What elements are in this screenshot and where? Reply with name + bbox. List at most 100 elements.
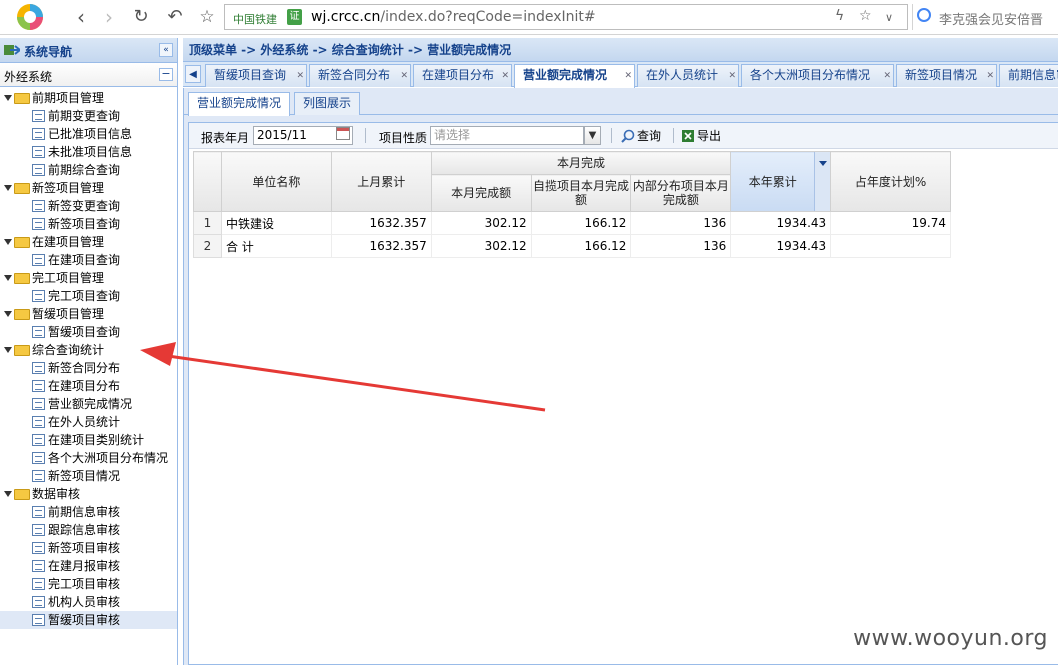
query-button[interactable]: 查询 <box>621 127 661 145</box>
tab-item[interactable]: 新签项目情况 ✕ <box>896 64 997 87</box>
toolbar-separator <box>611 128 612 143</box>
tree-item-label: 在建项目类别统计 <box>48 433 145 447</box>
column-menu-icon[interactable] <box>814 152 831 211</box>
tree-item[interactable]: 新签变更查询 <box>0 197 177 215</box>
tree-item[interactable]: 新签项目审核 <box>0 539 177 557</box>
close-tab-icon[interactable]: ✕ <box>728 66 736 87</box>
sidebar: 系统导航 « 外经系统 − 前期项目管理 前期变更查询 已批准项目信息 未批准项目信息… <box>0 38 178 665</box>
tree-folder[interactable]: 前期项目管理 <box>0 89 177 107</box>
tree-item[interactable]: 已批准项目信息 <box>0 125 177 143</box>
cert-badge-icon[interactable]: 证 <box>287 9 302 25</box>
tab-item[interactable]: 前期信息审 <box>999 64 1058 87</box>
page-icon <box>32 200 45 212</box>
report-content: 报表年月 2015/11 项目性质 请选择 ▼ 查询 导出 单位名称 上月累计 … <box>188 122 1058 665</box>
subtab-bar: 营业额完成情况 列图展示 <box>184 88 1058 116</box>
tree-item[interactable]: 在建项目类别统计 <box>0 431 177 449</box>
export-button[interactable]: 导出 <box>681 127 721 145</box>
bookmark-star-icon[interactable]: ☆ <box>196 6 218 28</box>
tree-item[interactable]: 新签项目查询 <box>0 215 177 233</box>
page-icon <box>32 128 45 140</box>
tree-item[interactable]: 在建项目查询 <box>0 251 177 269</box>
tree-item[interactable]: 营业额完成情况 <box>0 395 177 413</box>
tree-item[interactable]: 新签合同分布 <box>0 359 177 377</box>
tab-item[interactable]: 暂缓项目查询 ✕ <box>205 64 307 87</box>
subtab-chart[interactable]: 列图展示 <box>294 92 361 115</box>
table-cell-year: 1934.43 <box>730 234 832 258</box>
calendar-icon[interactable] <box>336 127 350 140</box>
tree-folder[interactable]: 新签项目管理 <box>0 179 177 197</box>
project-nature-select[interactable]: 请选择 <box>430 126 584 145</box>
col-unit-name[interactable]: 单位名称 <box>220 151 332 212</box>
expand-toggle-icon[interactable] <box>4 275 12 281</box>
tab-item[interactable]: 在外人员统计 ✕ <box>637 64 739 87</box>
tab-label: 新签合同分布 <box>318 68 391 82</box>
tree-folder[interactable]: 数据审核 <box>0 485 177 503</box>
tab-item[interactable]: 在建项目分布 ✕ <box>413 64 512 87</box>
tree-item[interactable]: 暂缓项目审核 <box>0 611 177 629</box>
expand-toggle-icon[interactable] <box>4 185 12 191</box>
back-icon[interactable]: ‹ <box>70 6 92 28</box>
tree-item[interactable]: 完工项目审核 <box>0 575 177 593</box>
close-tab-icon[interactable]: ✕ <box>400 66 408 87</box>
chevron-down-icon[interactable]: ▼ <box>584 126 601 145</box>
tab-label: 营业额完成情况 <box>523 68 608 82</box>
tree-item[interactable]: 机构人员审核 <box>0 593 177 611</box>
expand-toggle-icon[interactable] <box>4 311 12 317</box>
address-bar[interactable]: 中国铁建 证 wj.crcc.cn/index.do?reqCode=index… <box>224 4 908 30</box>
expand-toggle-icon[interactable] <box>4 95 12 101</box>
close-tab-icon[interactable]: ✕ <box>501 66 509 87</box>
lightning-icon[interactable]: ϟ <box>835 8 844 24</box>
tree-item[interactable]: 完工项目查询 <box>0 287 177 305</box>
folder-icon <box>14 345 30 356</box>
col-last-month-total[interactable]: 上月累计 <box>330 151 432 212</box>
undo-icon[interactable]: ↶ <box>164 6 186 28</box>
expand-toggle-icon[interactable] <box>4 491 12 497</box>
close-tab-icon[interactable]: ✕ <box>296 66 304 87</box>
tree-item[interactable]: 未批准项目信息 <box>0 143 177 161</box>
tab-item[interactable]: 各个大洲项目分布情况 ✕ <box>741 64 894 87</box>
col-year-total[interactable]: 本年累计 <box>730 151 832 212</box>
tree-item[interactable]: 新签项目情况 <box>0 467 177 485</box>
tab-item[interactable]: 营业额完成情况 ✕ <box>514 64 635 88</box>
data-grid: 单位名称 上月累计 本月完成 本年累计 占年度计划% 本月完成额 自揽项目本月完… <box>193 151 951 258</box>
tree-folder-label: 暂缓项目管理 <box>32 307 105 321</box>
close-tab-icon[interactable]: ✕ <box>624 66 632 87</box>
table-row[interactable]: 1 中铁建设 1632.357 302.12 166.12 136 1934.43 19.74 <box>193 211 951 235</box>
table-row[interactable]: 2合 计 1632.357 302.12 166.12 136 1934.43 <box>193 234 951 258</box>
tree-item[interactable]: 在建项目分布 <box>0 377 177 395</box>
tree-item[interactable]: 前期变更查询 <box>0 107 177 125</box>
col-self-project-month[interactable]: 自揽项目本月完成额 <box>530 174 632 212</box>
forward-icon[interactable]: › <box>98 6 120 28</box>
col-plan-percent[interactable]: 占年度计划% <box>830 151 951 212</box>
browser-search-box[interactable]: 李克强会见安倍晋 <box>912 4 1058 30</box>
tree-folder[interactable]: 暂缓项目管理 <box>0 305 177 323</box>
tree-item[interactable]: 暂缓项目查询 <box>0 323 177 341</box>
tree-folder[interactable]: 完工项目管理 <box>0 269 177 287</box>
collapse-sidebar-button[interactable]: « <box>159 43 173 57</box>
close-tab-icon[interactable]: ✕ <box>883 66 891 87</box>
page-icon <box>32 164 45 176</box>
dropdown-chevron-icon[interactable]: ∨ <box>885 11 893 24</box>
tree-folder[interactable]: 综合查询统计 <box>0 341 177 359</box>
expand-toggle-icon[interactable] <box>4 347 12 353</box>
col-internal-project-month[interactable]: 内部分布项目本月完成额 <box>630 174 732 212</box>
col-this-month-amount[interactable]: 本月完成额 <box>430 174 532 212</box>
page-icon <box>32 542 45 554</box>
tab-item[interactable]: 新签合同分布 ✕ <box>309 64 411 87</box>
close-tab-icon[interactable]: ✕ <box>986 66 994 87</box>
site-identity-label: 中国铁建 <box>233 13 277 26</box>
tree-item[interactable]: 前期信息审核 <box>0 503 177 521</box>
tab-scroll-left-icon[interactable]: ◀ <box>185 65 201 83</box>
reload-icon[interactable]: ↻ <box>130 6 152 28</box>
tree-item[interactable]: 在外人员统计 <box>0 413 177 431</box>
expand-toggle-icon[interactable] <box>4 239 12 245</box>
system-panel-header[interactable]: 外经系统 − <box>0 63 177 87</box>
favorite-star-icon[interactable]: ☆ <box>859 8 872 24</box>
subtab-report[interactable]: 营业额完成情况 <box>188 92 291 116</box>
tree-item[interactable]: 前期综合查询 <box>0 161 177 179</box>
tree-item[interactable]: 在建月报审核 <box>0 557 177 575</box>
tree-folder[interactable]: 在建项目管理 <box>0 233 177 251</box>
tree-item[interactable]: 跟踪信息审核 <box>0 521 177 539</box>
tree-item[interactable]: 各个大洲项目分布情况 <box>0 449 177 467</box>
collapse-panel-button[interactable]: − <box>159 68 173 81</box>
